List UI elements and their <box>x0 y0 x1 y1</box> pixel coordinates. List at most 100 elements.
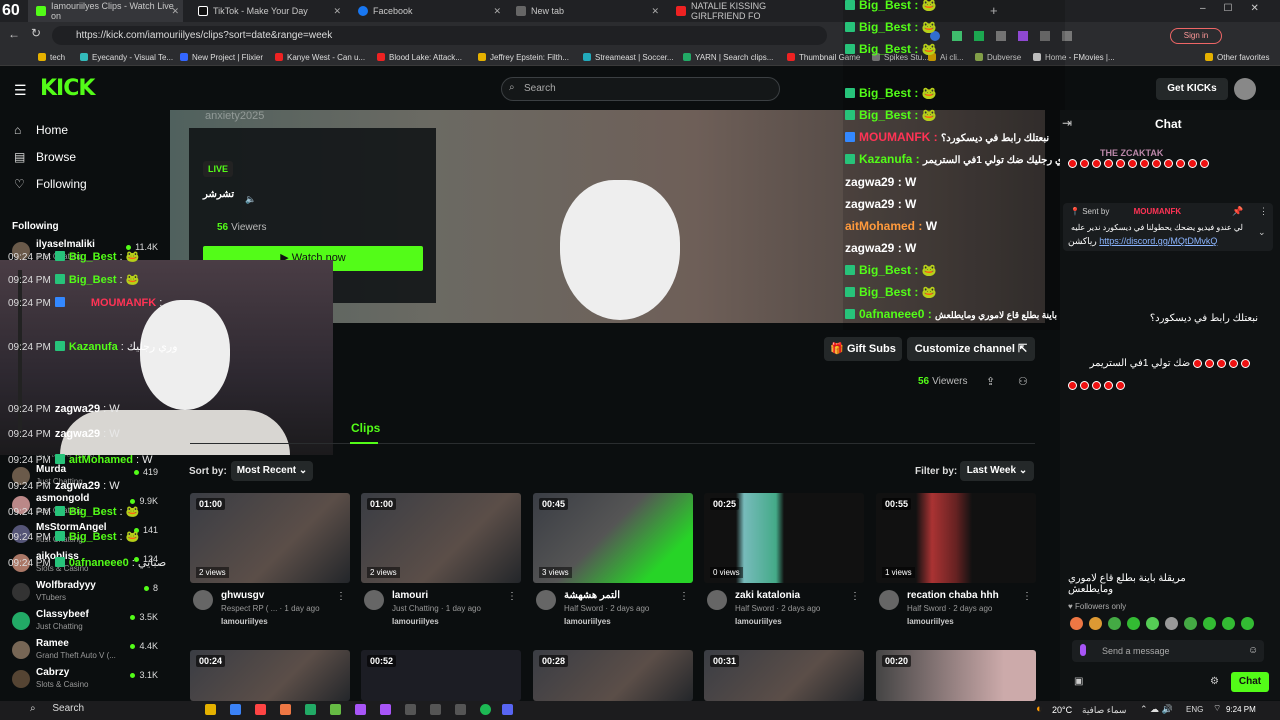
filter-dropdown[interactable]: Last Week ⌄ <box>960 461 1034 481</box>
clip-thumbnail[interactable]: 00:31 <box>704 650 864 701</box>
clip-channel[interactable]: Iamouriilyes <box>392 617 439 626</box>
message-user[interactable]: 0afnaneee0 <box>69 557 129 569</box>
tab-tiktok[interactable]: TikTok - Make Your Day ✕ <box>190 0 345 22</box>
tab-facebook[interactable]: Facebook ✕ <box>350 0 505 22</box>
message-user[interactable]: Kazanufa <box>69 341 118 353</box>
clip-channel[interactable]: Iamouriilyes <box>907 617 954 626</box>
taskbar-app-icon[interactable] <box>405 704 416 715</box>
bookmark-item[interactable]: Streameast | Soccer... <box>583 48 674 66</box>
get-kicks-button[interactable]: Get KICKs <box>1156 78 1228 100</box>
share-icon[interactable]: ⇪ <box>986 375 995 388</box>
taskbar-app-icon[interactable] <box>280 704 291 715</box>
mic-icon[interactable] <box>1080 644 1086 656</box>
bookmark-item[interactable]: Blood Lake: Attack... <box>377 48 462 66</box>
send-message-input[interactable]: Send a message <box>1072 640 1264 662</box>
nav-following[interactable]: ♡ Following <box>14 177 87 191</box>
close-icon[interactable]: ✕ <box>333 6 341 17</box>
tab-kick[interactable]: Iamouriilyes Clips - Watch Live on ✕ <box>28 0 183 22</box>
close-icon[interactable]: ✕ <box>651 6 659 17</box>
clip-channel[interactable]: Iamouriilyes <box>735 617 782 626</box>
tab-newtab[interactable]: New tab ✕ <box>508 0 663 22</box>
taskbar-app-icon[interactable] <box>480 704 491 715</box>
user-avatar[interactable] <box>1234 78 1256 100</box>
clip-thumbnail[interactable]: 00:20 <box>876 650 1036 701</box>
taskbar-app-icon[interactable] <box>205 704 216 715</box>
clip-title[interactable]: ghwusgv <box>221 590 264 601</box>
gift-subs-button[interactable]: 🎁 Gift Subs <box>824 337 902 361</box>
message-user[interactable]: MOUMANFK <box>91 297 156 309</box>
taskbar-app-icon[interactable] <box>380 704 391 715</box>
clip-title[interactable]: lamouri <box>392 590 428 601</box>
pin-icon[interactable]: 📌 <box>1232 206 1243 217</box>
sort-dropdown[interactable]: Most Recent ⌄ <box>231 461 313 481</box>
more-icon[interactable]: ⋮ <box>1022 591 1032 602</box>
taskbar-app-icon[interactable] <box>455 704 466 715</box>
clip-thumbnail[interactable]: 00:28 <box>533 650 693 701</box>
emoji-icon[interactable]: ☺ <box>1248 645 1258 656</box>
customize-channel-button[interactable]: Customize channel ⇱ <box>907 337 1035 361</box>
chat-settings-left-icon[interactable]: ▣ <box>1074 676 1083 687</box>
following-item[interactable]: Classybeef Just Chatting 3.5K <box>8 607 164 635</box>
tray-icons[interactable]: ⌃ ☁ 🔊 <box>1140 704 1173 715</box>
gear-icon[interactable]: ⚙ <box>1210 676 1219 687</box>
taskbar-app-icon[interactable] <box>255 704 266 715</box>
bookmark-item[interactable]: tech <box>38 48 65 66</box>
clip-thumbnail[interactable]: 01:00 2 views <box>361 493 521 583</box>
clip-channel[interactable]: Iamouriilyes <box>564 617 611 626</box>
url-field[interactable]: https://kick.com/iamouriilyes/clips?sort… <box>52 26 827 45</box>
nav-home[interactable]: ⌂ Home <box>14 123 68 137</box>
bookmark-item[interactable]: New Project | Flixier <box>180 48 263 66</box>
bookmark-item[interactable]: Jeffrey Epstein: Filth... <box>478 48 569 66</box>
chevron-down-icon[interactable]: ⌄ <box>1258 227 1266 238</box>
reload-icon[interactable]: ↻ <box>31 26 41 40</box>
message-user[interactable]: Big_Best <box>69 506 117 518</box>
message-user[interactable]: Big_Best <box>69 531 117 543</box>
clip-thumbnail[interactable]: 01:00 2 views <box>190 493 350 583</box>
taskbar-app-icon[interactable] <box>305 704 316 715</box>
nav-browse[interactable]: ▤ Browse <box>14 150 76 164</box>
more-icon[interactable]: ⋮ <box>336 591 346 602</box>
message-user[interactable]: zagwa29 <box>55 428 100 440</box>
language-indicator[interactable]: ENG <box>1186 705 1203 714</box>
signin-button[interactable]: Sign in <box>1170 28 1222 44</box>
search-input[interactable]: Search <box>501 77 780 101</box>
message-user[interactable]: Big_Best <box>69 274 117 286</box>
message-user[interactable]: aitMohamed <box>69 454 133 466</box>
following-item[interactable]: Cabrzy Slots & Casino 3.1K <box>8 665 164 693</box>
more-icon[interactable]: ⋮ <box>1259 206 1268 217</box>
bookmark-item[interactable]: Eyecandy - Visual Te... <box>80 48 173 66</box>
taskbar-search[interactable]: ⌕ Search <box>30 703 190 718</box>
tab-youtube[interactable]: NATALIE KISSING GIRLFRIEND FO <box>668 0 818 22</box>
kick-logo[interactable]: KICK <box>40 76 95 101</box>
menu-icon[interactable]: ☰ <box>14 82 27 99</box>
more-icon[interactable]: ⋮ <box>850 591 860 602</box>
chat-send-button[interactable]: Chat <box>1231 672 1269 692</box>
following-item[interactable]: Wolfbradyyy VTubers 8 <box>8 578 164 606</box>
window-controls[interactable]: –☐✕ <box>1200 3 1277 14</box>
back-icon[interactable]: ← <box>8 27 20 41</box>
other-favorites[interactable]: Other favorites <box>1205 48 1269 66</box>
clip-title[interactable]: zaki katalonia <box>735 590 800 601</box>
tab-clips[interactable]: Clips <box>351 421 380 435</box>
clip-title[interactable]: recation chaba hhh <box>907 590 999 601</box>
volume-icon[interactable]: 🔈 <box>245 194 256 205</box>
close-icon[interactable]: ✕ <box>171 6 179 17</box>
collapse-chat-icon[interactable]: ⇥ <box>1062 116 1072 130</box>
clip-thumbnail[interactable]: 00:52 <box>361 650 521 701</box>
message-user[interactable]: Big_Best <box>69 251 117 263</box>
clip-title[interactable]: التمر هشهشة <box>564 590 620 601</box>
pinned-link[interactable]: https://discord.gg/MQtDMvkQ <box>1099 236 1217 246</box>
clip-thumbnail[interactable]: 00:55 1 views <box>876 493 1036 583</box>
emote-row[interactable] <box>1070 617 1270 631</box>
profile-icon[interactable]: ⚇ <box>1018 375 1028 388</box>
clip-thumbnail[interactable]: 00:25 0 views <box>704 493 864 583</box>
taskbar-app-icon[interactable] <box>330 704 341 715</box>
message-user[interactable]: zagwa29 <box>55 480 100 492</box>
close-icon[interactable]: ✕ <box>493 6 501 17</box>
taskbar-app-icon[interactable] <box>502 704 513 715</box>
clip-thumbnail[interactable]: 00:24 <box>190 650 350 701</box>
clip-channel[interactable]: Iamouriilyes <box>221 617 268 626</box>
bookmark-item[interactable]: Kanye West - Can u... <box>275 48 365 66</box>
wifi-icon[interactable]: ⌔ <box>1213 703 1221 714</box>
taskbar-app-icon[interactable] <box>430 704 441 715</box>
